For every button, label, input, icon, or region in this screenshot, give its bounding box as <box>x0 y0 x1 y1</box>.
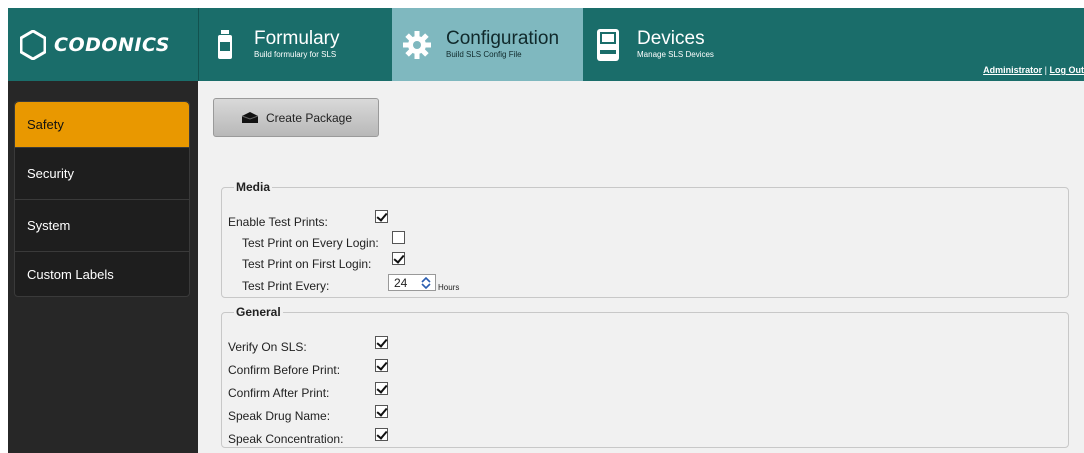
sidebar-item-label: System <box>27 218 71 233</box>
gear-icon <box>402 25 432 65</box>
print-every-value: 24 <box>394 275 408 290</box>
verify-on-sls-checkbox[interactable] <box>375 336 388 349</box>
sidebar: Safety Security System Custom Labels <box>8 81 198 453</box>
sidebar-menu: Safety Security System Custom Labels <box>14 101 190 297</box>
top-navigation: CODONICS Formulary Build formulary for S… <box>8 8 1084 81</box>
sidebar-item-security[interactable]: Security <box>15 148 189 200</box>
speak-concentration-label: Speak Concentration: <box>228 432 344 446</box>
confirm-after-print-label: Confirm After Print: <box>228 386 330 400</box>
media-legend: Media <box>236 180 271 194</box>
create-package-button[interactable]: Create Package <box>213 98 379 137</box>
create-package-label: Create Package <box>265 110 353 125</box>
print-every-label: Test Print Every: <box>242 279 330 293</box>
sidebar-item-safety[interactable]: Safety <box>15 102 189 148</box>
main-panel: Create Package Media Enable Test Prints:… <box>198 81 1084 453</box>
enable-test-prints-checkbox[interactable] <box>375 210 388 223</box>
tab-subtitle: Build formulary for SLS <box>254 50 337 59</box>
user-link[interactable]: Administrator <box>983 65 1042 75</box>
user-links: Administrator | Log Out <box>983 65 1084 75</box>
sidebar-item-custom-labels[interactable]: Custom Labels <box>15 252 189 296</box>
tab-title: Devices <box>637 28 705 49</box>
package-icon <box>241 111 259 123</box>
brand-logo: CODONICS <box>8 8 199 81</box>
sidebar-item-system[interactable]: System <box>15 200 189 252</box>
tab-configuration[interactable]: Configuration Build SLS Config File <box>392 8 583 81</box>
tab-subtitle: Manage SLS Devices <box>637 50 714 59</box>
every-login-label: Test Print on Every Login: <box>242 236 379 250</box>
enable-test-prints-label: Enable Test Prints: <box>228 215 328 229</box>
tab-subtitle: Build SLS Config File <box>446 50 522 59</box>
general-legend: General <box>236 305 281 319</box>
codonics-hex-icon <box>20 29 46 60</box>
confirm-before-print-checkbox[interactable] <box>375 359 388 372</box>
speak-drug-name-label: Speak Drug Name: <box>228 409 331 423</box>
tab-title: Configuration <box>446 28 560 49</box>
bottle-icon <box>210 25 240 65</box>
confirm-after-print-checkbox[interactable] <box>375 382 388 395</box>
print-every-stepper[interactable]: 24 <box>388 274 436 291</box>
sidebar-item-label: Security <box>27 166 74 181</box>
every-login-checkbox[interactable] <box>392 231 405 244</box>
brand-name: CODONICS <box>54 33 170 56</box>
tab-title: Formulary <box>254 28 340 49</box>
speak-concentration-checkbox[interactable] <box>375 428 388 441</box>
tab-devices[interactable]: Devices Manage SLS Devices <box>593 8 773 81</box>
speak-drug-name-checkbox[interactable] <box>375 405 388 418</box>
general-group: General Verify On SLS: Confirm Before Pr… <box>221 305 1069 448</box>
media-group: Media Enable Test Prints: Test Print on … <box>221 180 1069 298</box>
sidebar-item-label: Safety <box>27 117 64 132</box>
spinner-arrows-icon[interactable] <box>419 276 433 290</box>
sidebar-item-label: Custom Labels <box>27 266 114 282</box>
link-separator: | <box>1044 65 1047 75</box>
tab-formulary[interactable]: Formulary Build formulary for SLS <box>210 8 390 81</box>
verify-on-sls-label: Verify On SLS: <box>228 340 307 354</box>
logout-link[interactable]: Log Out <box>1050 65 1084 75</box>
first-login-checkbox[interactable] <box>392 252 405 265</box>
confirm-before-print-label: Confirm Before Print: <box>228 363 341 377</box>
first-login-label: Test Print on First Login: <box>242 257 372 271</box>
device-icon <box>593 25 623 65</box>
hours-unit: Hours <box>438 283 460 292</box>
app-frame: CODONICS Formulary Build formulary for S… <box>8 8 1084 453</box>
